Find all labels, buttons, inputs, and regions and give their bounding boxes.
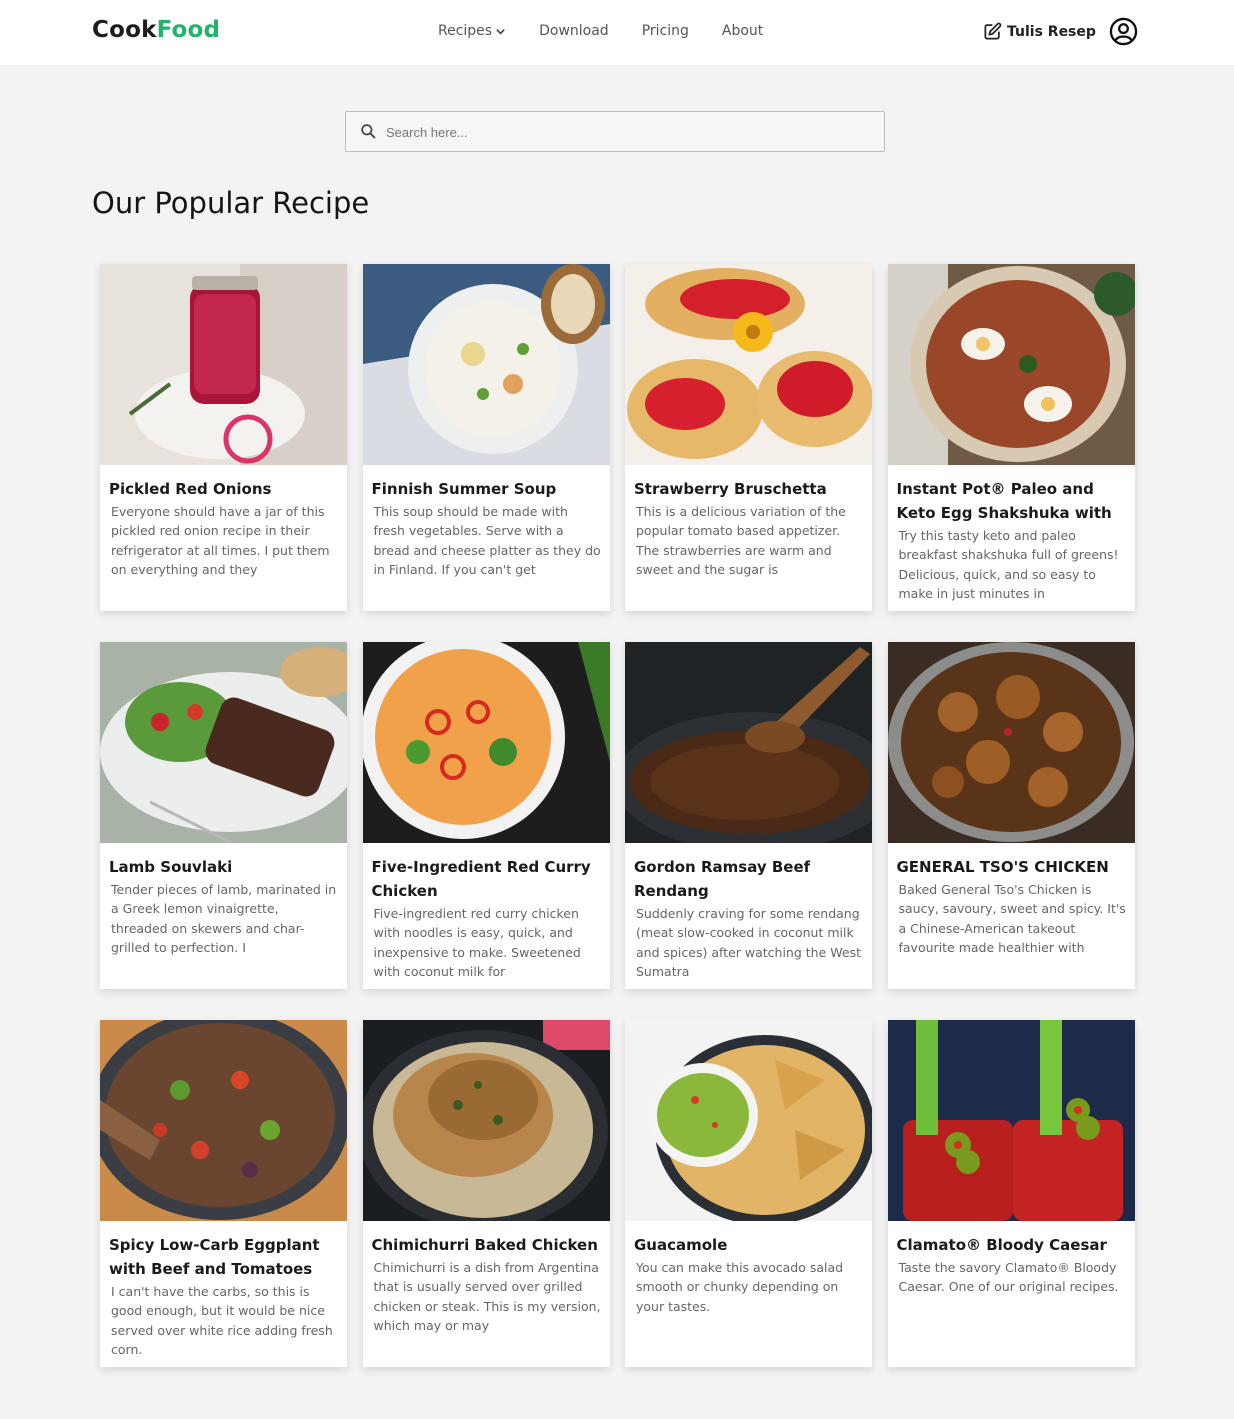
recipe-image: [100, 642, 347, 843]
recipe-image: [625, 642, 872, 843]
recipe-grid: Pickled Red Onions Everyone should have …: [100, 264, 1135, 1367]
write-recipe-button[interactable]: Tulis Resep: [983, 22, 1096, 41]
recipe-card[interactable]: Guacamole You can make this avocado sala…: [625, 1020, 872, 1367]
recipe-card[interactable]: Five-Ingredient Red Curry Chicken Five-i…: [362, 642, 610, 989]
recipe-title: Instant Pot® Paleo and Keto Egg Shakshuk…: [896, 480, 1112, 522]
recipe-description: This is a delicious variation of the pop…: [636, 504, 846, 578]
nav-recipes[interactable]: Recipes: [438, 23, 506, 39]
recipe-description: Tender pieces of lamb, marinated in a Gr…: [111, 882, 337, 956]
recipe-title: GENERAL TSO'S CHICKEN: [896, 858, 1109, 876]
chevron-down-icon: [496, 28, 505, 35]
recipe-description: Taste the savory Clamato® Bloody Caesar.…: [898, 1260, 1119, 1295]
recipe-card[interactable]: Finnish Summer Soup This soup should be …: [362, 264, 610, 611]
recipe-image: [887, 1020, 1135, 1221]
nav-recipes-label: Recipes: [438, 23, 493, 39]
user-profile-icon[interactable]: [1109, 17, 1138, 46]
recipe-card[interactable]: Strawberry Bruschetta This is a deliciou…: [625, 264, 872, 611]
recipe-image: [362, 642, 610, 843]
recipe-title: Lamb Souvlaki: [109, 858, 233, 876]
recipe-description: Everyone should have a jar of this pickl…: [111, 504, 330, 578]
recipe-title: Spicy Low-Carb Eggplant with Beef and To…: [109, 1236, 320, 1278]
recipe-card[interactable]: Instant Pot® Paleo and Keto Egg Shakshuk…: [887, 264, 1135, 611]
search-bar[interactable]: [345, 111, 885, 152]
recipe-description: Suddenly craving for some rendang (meat …: [636, 906, 861, 980]
recipe-title: Finnish Summer Soup: [371, 480, 557, 498]
recipe-description: Baked General Tso's Chicken is saucy, sa…: [898, 882, 1126, 956]
recipe-image: [887, 264, 1135, 465]
recipe-description: Try this tasty keto and paleo breakfast …: [898, 528, 1119, 602]
nav-download-label: Download: [539, 23, 609, 39]
recipe-title: Strawberry Bruschetta: [634, 480, 827, 498]
nav-pricing-label: Pricing: [641, 23, 689, 39]
nav-links: Recipes Download Pricing About: [438, 23, 763, 39]
recipe-card[interactable]: Gordon Ramsay Beef Rendang Suddenly crav…: [625, 642, 872, 989]
recipe-title: Gordon Ramsay Beef Rendang: [634, 858, 811, 900]
recipe-card[interactable]: Clamato® Bloody Caesar Taste the savory …: [887, 1020, 1135, 1367]
recipe-image: [362, 264, 610, 465]
recipe-card[interactable]: GENERAL TSO'S CHICKEN Baked General Tso'…: [887, 642, 1135, 989]
nav-pricing[interactable]: Pricing: [642, 23, 689, 39]
recipe-title: Chimichurri Baked Chicken: [371, 1236, 598, 1254]
nav-about-label: About: [721, 23, 764, 39]
section-title: Our Popular Recipe: [92, 186, 370, 220]
recipe-image: [362, 1020, 610, 1221]
recipe-description: Chimichurri is a dish from Argentina tha…: [373, 1260, 601, 1334]
recipe-description: You can make this avocado salad smooth o…: [636, 1260, 844, 1314]
edit-icon: [984, 22, 1002, 40]
recipe-image: [887, 642, 1135, 843]
nav-download[interactable]: Download: [539, 23, 609, 39]
recipe-description: I can't have the carbs, so this is good …: [111, 1284, 333, 1358]
recipe-image: [100, 1020, 347, 1221]
recipe-image: [625, 264, 872, 465]
recipe-card[interactable]: Spicy Low-Carb Eggplant with Beef and To…: [100, 1020, 347, 1367]
search-icon: [361, 124, 376, 139]
recipe-card[interactable]: Chimichurri Baked Chicken Chimichurri is…: [362, 1020, 610, 1367]
recipe-card[interactable]: Pickled Red Onions Everyone should have …: [100, 264, 347, 611]
recipe-description: Five-ingredient red curry chicken with n…: [373, 906, 581, 980]
top-navbar: CookFood Recipes Download Pricing About …: [0, 0, 1234, 65]
recipe-title: Five-Ingredient Red Curry Chicken: [371, 858, 591, 900]
write-recipe-label: Tulis Resep: [1007, 23, 1096, 40]
recipe-image: [625, 1020, 872, 1221]
search-input[interactable]: [386, 120, 866, 144]
recipe-image: [100, 264, 347, 465]
brand-logo-part2: Food: [156, 17, 221, 43]
recipe-card[interactable]: Lamb Souvlaki Tender pieces of lamb, mar…: [100, 642, 347, 989]
nav-about[interactable]: About: [722, 23, 763, 39]
brand-logo[interactable]: CookFood: [92, 17, 220, 43]
recipe-title: Guacamole: [634, 1236, 728, 1254]
recipe-title: Clamato® Bloody Caesar: [896, 1236, 1107, 1254]
brand-logo-part1: Cook: [92, 17, 157, 43]
recipe-description: This soup should be made with fresh vege…: [373, 504, 601, 578]
recipe-title: Pickled Red Onions: [109, 480, 272, 498]
